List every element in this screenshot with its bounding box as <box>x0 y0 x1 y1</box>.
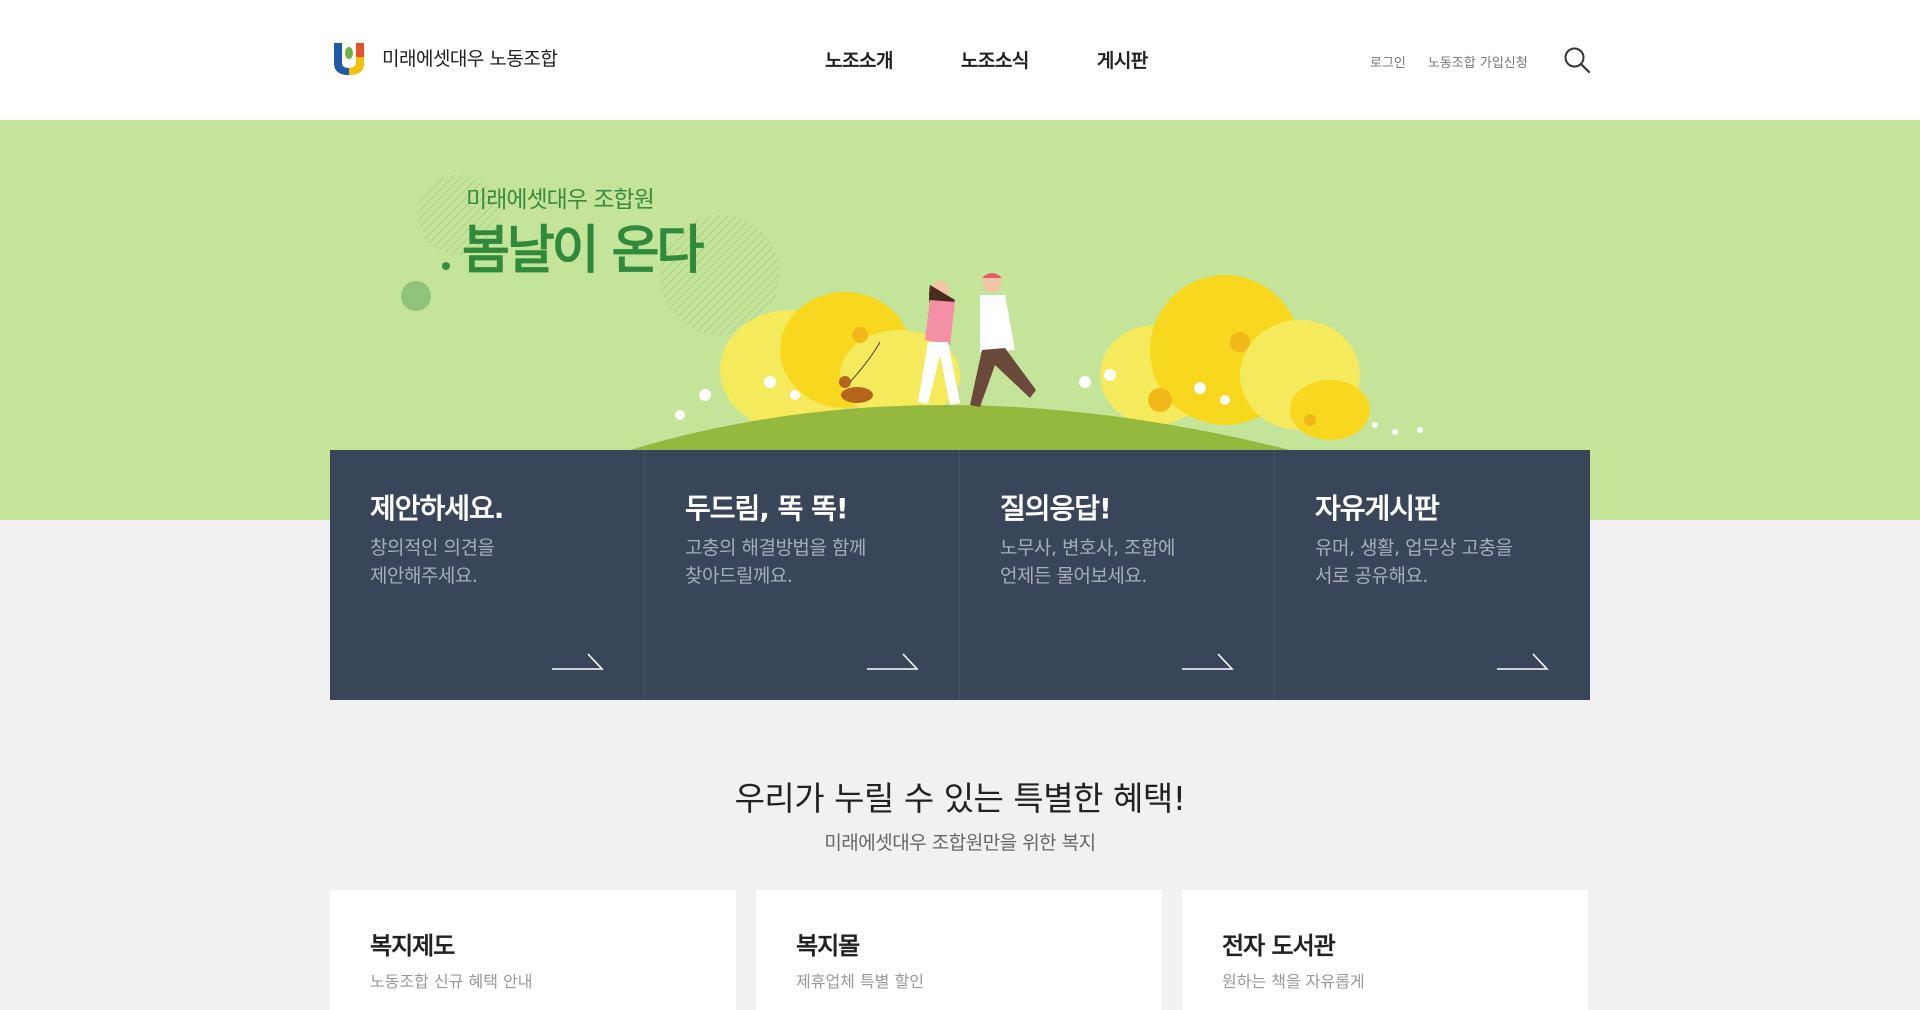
site-logo[interactable]: 미래에셋대우 노동조합 <box>330 37 558 77</box>
card-desc: 유머, 생활, 업무상 고충을 서로 공유해요. <box>1315 534 1555 590</box>
arrow-right-icon <box>552 653 604 670</box>
card-desc-line: 창의적인 의견을 <box>370 537 495 559</box>
nav-item-board[interactable]: 게시판 <box>1097 46 1148 73</box>
logo-text: 미래에셋대우 노동조합 <box>382 47 558 70</box>
card-desc-line: 노무사, 변호사, 조합에 <box>1000 537 1175 559</box>
benefit-card-desc: 제휴업체 특별 할인 <box>796 972 924 991</box>
benefits-subheading: 미래에셋대우 조합원만을 위한 복지 <box>824 832 1096 854</box>
arrow-right-icon <box>1497 653 1549 670</box>
benefits-heading: 우리가 누릴 수 있는 특별한 혜택! <box>734 779 1186 818</box>
benefit-card-welfare[interactable]: 복지제도 노동조합 신규 혜택 안내 <box>330 890 736 1010</box>
utility-links: 로그인 노동조합 가입신청 <box>1370 52 1550 71</box>
site-header: 미래에셋대우 노동조합 노조소개 노조소식 게시판 로그인 노동조합 가입신청 <box>0 0 1920 120</box>
card-free-board[interactable]: 자유게시판 유머, 생활, 업무상 고충을 서로 공유해요. <box>1275 450 1590 700</box>
nav-item-about[interactable]: 노조소개 <box>825 46 893 73</box>
hero-title: 봄날이 온다 <box>462 221 704 281</box>
login-link[interactable]: 로그인 <box>1370 52 1406 71</box>
card-title: 제안하세요. <box>370 492 504 525</box>
arrow-right-icon <box>1182 653 1234 670</box>
card-desc-line: 찾아드릴께요. <box>685 565 793 587</box>
benefit-card-library[interactable]: 전자 도서관 원하는 책을 자유롭게 <box>1182 890 1588 1010</box>
benefit-card-desc: 원하는 책을 자유롭게 <box>1222 972 1365 991</box>
card-desc-line: 언제든 물어보세요. <box>1000 565 1147 587</box>
nav-item-news[interactable]: 노조소식 <box>961 46 1029 73</box>
card-desc-line: 유머, 생활, 업무상 고충을 <box>1315 537 1513 559</box>
union-logo-icon <box>330 37 368 77</box>
join-link[interactable]: 노동조합 가입신청 <box>1428 52 1528 71</box>
benefit-card-desc: 노동조합 신규 혜택 안내 <box>370 972 533 991</box>
benefit-card-title: 복지제도 <box>370 932 455 960</box>
card-desc-line: 서로 공유해요. <box>1315 565 1428 587</box>
card-suggest[interactable]: 제안하세요. 창의적인 의견을 제안해주세요. <box>330 450 645 700</box>
card-title: 질의응답! <box>1000 492 1112 525</box>
card-desc: 창의적인 의견을 제안해주세요. <box>370 534 610 590</box>
card-desc: 고충의 해결방법을 함께 찾아드릴께요. <box>685 534 925 590</box>
card-qna[interactable]: 질의응답! 노무사, 변호사, 조합에 언제든 물어보세요. <box>960 450 1275 700</box>
card-knock[interactable]: 두드림, 똑 똑! 고충의 해결방법을 함께 찾아드릴께요. <box>645 450 960 700</box>
benefit-card-title: 복지몰 <box>796 932 860 960</box>
search-icon[interactable] <box>1563 46 1591 74</box>
card-title: 두드림, 똑 똑! <box>685 492 849 525</box>
card-desc-line: 고충의 해결방법을 함께 <box>685 537 866 559</box>
main-nav: 노조소개 노조소식 게시판 <box>825 46 1216 73</box>
arrow-right-icon <box>867 653 919 670</box>
card-desc: 노무사, 변호사, 조합에 언제든 물어보세요. <box>1000 534 1240 590</box>
card-title: 자유게시판 <box>1315 492 1440 525</box>
benefit-card-title: 전자 도서관 <box>1222 932 1336 960</box>
benefit-card-mall[interactable]: 복지몰 제휴업체 특별 할인 <box>756 890 1162 1010</box>
card-desc-line: 제안해주세요. <box>370 565 478 587</box>
quick-cards: 제안하세요. 창의적인 의견을 제안해주세요. 두드림, 똑 똑! 고충의 해결… <box>330 450 1590 700</box>
